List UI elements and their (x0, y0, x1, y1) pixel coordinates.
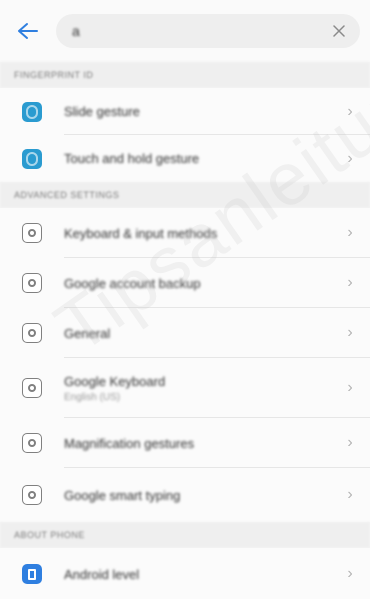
result-item-keyboard-input[interactable]: Keyboard & input methods › (0, 208, 370, 258)
clear-search-button[interactable] (330, 22, 348, 40)
result-title: Google account backup (64, 275, 201, 291)
section-header-advanced-settings: ADVANCED SETTINGS (0, 182, 370, 208)
back-button[interactable] (14, 17, 42, 45)
result-item-touch-hold-gesture[interactable]: Touch and hold gesture › (0, 135, 370, 182)
result-item-google-keyboard[interactable]: Google Keyboard English (US) › (0, 358, 370, 418)
result-item-android-level[interactable]: Android level › (0, 548, 370, 599)
chevron-right-icon: › (347, 434, 353, 451)
result-item-google-smart-typing[interactable]: Google smart typing › (0, 468, 370, 522)
result-title: Google smart typing (64, 487, 181, 503)
search-field[interactable]: a (56, 14, 360, 48)
result-item-slide-gesture[interactable]: Slide gesture › (0, 88, 370, 135)
fingerprint-icon (22, 101, 42, 122)
fingerprint-icon (22, 148, 42, 169)
result-item-general[interactable]: General › (0, 308, 370, 358)
chevron-right-icon: › (347, 102, 353, 120)
settings-gear-icon (22, 323, 42, 343)
chevron-right-icon: › (347, 324, 353, 341)
chevron-right-icon: › (347, 224, 353, 241)
settings-gear-icon (22, 485, 42, 505)
result-title: Keyboard & input methods (64, 225, 218, 241)
settings-gear-icon (22, 378, 42, 398)
settings-gear-icon (22, 433, 42, 453)
close-icon (333, 25, 345, 37)
chevron-right-icon: › (347, 149, 353, 167)
result-title: Android level (64, 566, 140, 582)
search-toolbar: a (0, 0, 370, 62)
chevron-right-icon: › (347, 486, 353, 503)
result-item-magnification-gestures[interactable]: Magnification gestures › (0, 418, 370, 468)
settings-gear-icon (22, 273, 42, 293)
section-header-fingerprint: FINGERPRINT ID (0, 62, 370, 88)
settings-gear-icon (22, 223, 42, 243)
chevron-right-icon: › (347, 565, 353, 582)
result-item-google-account-backup[interactable]: Google account backup › (0, 258, 370, 308)
arrow-left-icon (18, 23, 38, 39)
phone-info-icon (22, 564, 42, 584)
chevron-right-icon: › (347, 274, 353, 291)
result-title: Magnification gestures (64, 435, 195, 451)
section-header-about-phone: ABOUT PHONE (0, 522, 370, 548)
search-query[interactable]: a (72, 23, 330, 39)
result-title: Touch and hold gesture (64, 151, 200, 166)
result-title: Google Keyboard (64, 373, 166, 389)
result-subtitle: English (US) (64, 391, 121, 403)
result-title: General (64, 325, 111, 341)
result-title: Slide gesture (64, 104, 140, 119)
chevron-right-icon: › (347, 379, 353, 396)
